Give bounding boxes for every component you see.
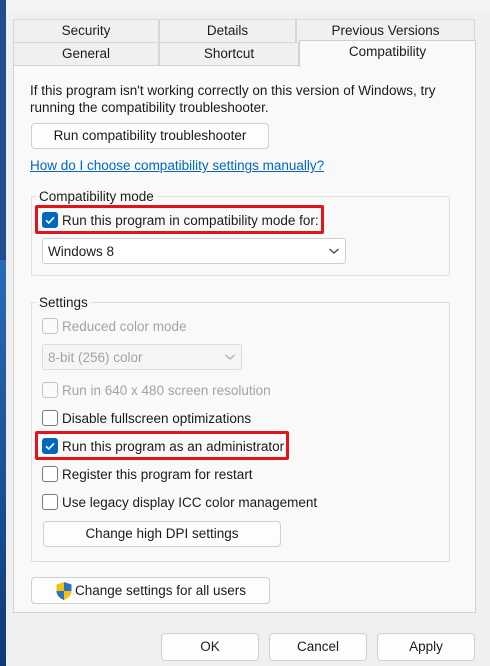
tab-details[interactable]: Details <box>159 19 296 42</box>
change-dpi-settings-button[interactable]: Change high DPI settings <box>43 521 281 547</box>
legacy-icc-row[interactable]: Use legacy display ICC color management <box>42 492 317 512</box>
tab-shortcut[interactable]: Shortcut <box>159 42 299 65</box>
cancel-button[interactable]: Cancel <box>269 633 367 661</box>
compat-mode-label: Run this program in compatibility mode f… <box>62 212 319 228</box>
help-link[interactable]: How do I choose compatibility settings m… <box>30 158 324 173</box>
disable-fullscreen-row[interactable]: Disable fullscreen optimizations <box>42 408 251 428</box>
register-restart-checkbox[interactable] <box>42 466 58 482</box>
compatibility-mode-title: Compatibility mode <box>36 189 157 204</box>
color-depth-value: 8-bit (256) color <box>48 349 143 365</box>
legacy-icc-label: Use legacy display ICC color management <box>62 494 318 510</box>
run-as-admin-checkbox[interactable] <box>42 438 58 454</box>
ok-button[interactable]: OK <box>161 633 259 661</box>
change-settings-all-users-button[interactable]: Change settings for all users <box>31 577 270 604</box>
compat-mode-checkbox[interactable] <box>42 212 58 228</box>
color-depth-select[interactable]: 8-bit (256) color <box>42 344 242 370</box>
change-settings-all-users-label: Change settings for all users <box>74 583 247 598</box>
disable-fullscreen-checkbox[interactable] <box>42 410 58 426</box>
run-640-checkbox[interactable] <box>42 382 58 398</box>
tab-security[interactable]: Security <box>13 19 159 42</box>
tab-previous-versions[interactable]: Previous Versions <box>296 19 475 42</box>
checkmark-icon <box>45 442 55 451</box>
os-version-value: Windows 8 <box>48 243 115 259</box>
os-version-select[interactable]: Windows 8 <box>42 238 346 264</box>
chevron-down-icon <box>225 354 235 360</box>
register-restart-row[interactable]: Register this program for restart <box>42 464 253 484</box>
tab-general[interactable]: General <box>13 42 159 65</box>
checkmark-icon <box>45 216 55 225</box>
dialog-top-edge <box>6 0 490 14</box>
reduced-color-row[interactable]: Reduced color mode <box>42 316 187 336</box>
intro-text: If this program isn't working correctly … <box>30 83 436 115</box>
chevron-down-icon <box>329 248 339 254</box>
reduced-color-label: Reduced color mode <box>62 318 187 334</box>
run-as-admin-row[interactable]: Run this program as an administrator <box>42 436 284 456</box>
apply-button[interactable]: Apply <box>377 633 475 661</box>
tab-compatibility[interactable]: Compatibility <box>299 40 476 67</box>
compatibility-mode-group <box>31 196 450 276</box>
uac-shield-icon <box>56 582 72 601</box>
reduced-color-checkbox[interactable] <box>42 318 58 334</box>
run-640-row[interactable]: Run in 640 x 480 screen resolution <box>42 380 271 400</box>
register-restart-label: Register this program for restart <box>62 466 253 482</box>
run-as-admin-label: Run this program as an administrator <box>62 438 285 454</box>
legacy-icc-checkbox[interactable] <box>42 494 58 510</box>
settings-title: Settings <box>36 295 91 310</box>
disable-fullscreen-label: Disable fullscreen optimizations <box>62 410 252 426</box>
run-troubleshooter-button[interactable]: Run compatibility troubleshooter <box>31 123 269 149</box>
run-640-label: Run in 640 x 480 screen resolution <box>62 382 271 398</box>
compat-mode-checkbox-row[interactable]: Run this program in compatibility mode f… <box>42 210 319 230</box>
